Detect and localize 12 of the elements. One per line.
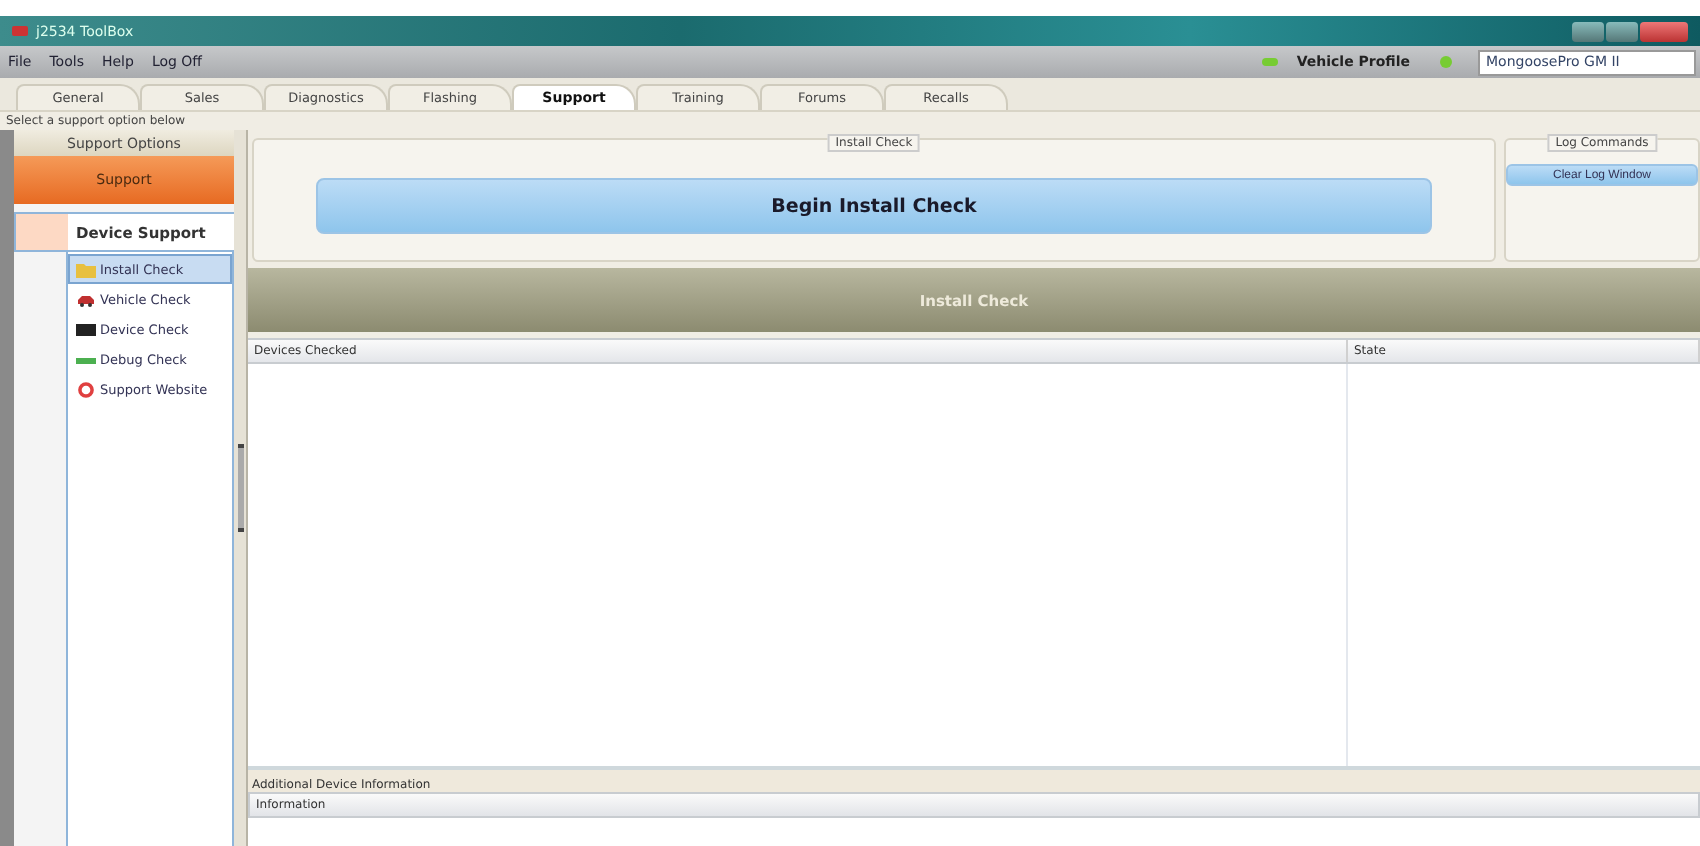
minimize-button[interactable]: [1572, 21, 1604, 41]
close-button[interactable]: [1640, 21, 1688, 41]
car-icon: [76, 291, 96, 307]
status-led-icon: [1440, 56, 1452, 68]
monitor-icon: [76, 321, 96, 337]
begin-install-button[interactable]: Begin Install Check: [316, 178, 1432, 234]
splitter-handle[interactable]: [234, 130, 248, 846]
status-led-icon: [1262, 58, 1279, 66]
folder-icon: [76, 261, 96, 277]
maximize-button[interactable]: [1606, 21, 1638, 41]
app-icon: [12, 26, 28, 36]
lifebuoy-icon: [76, 381, 96, 397]
